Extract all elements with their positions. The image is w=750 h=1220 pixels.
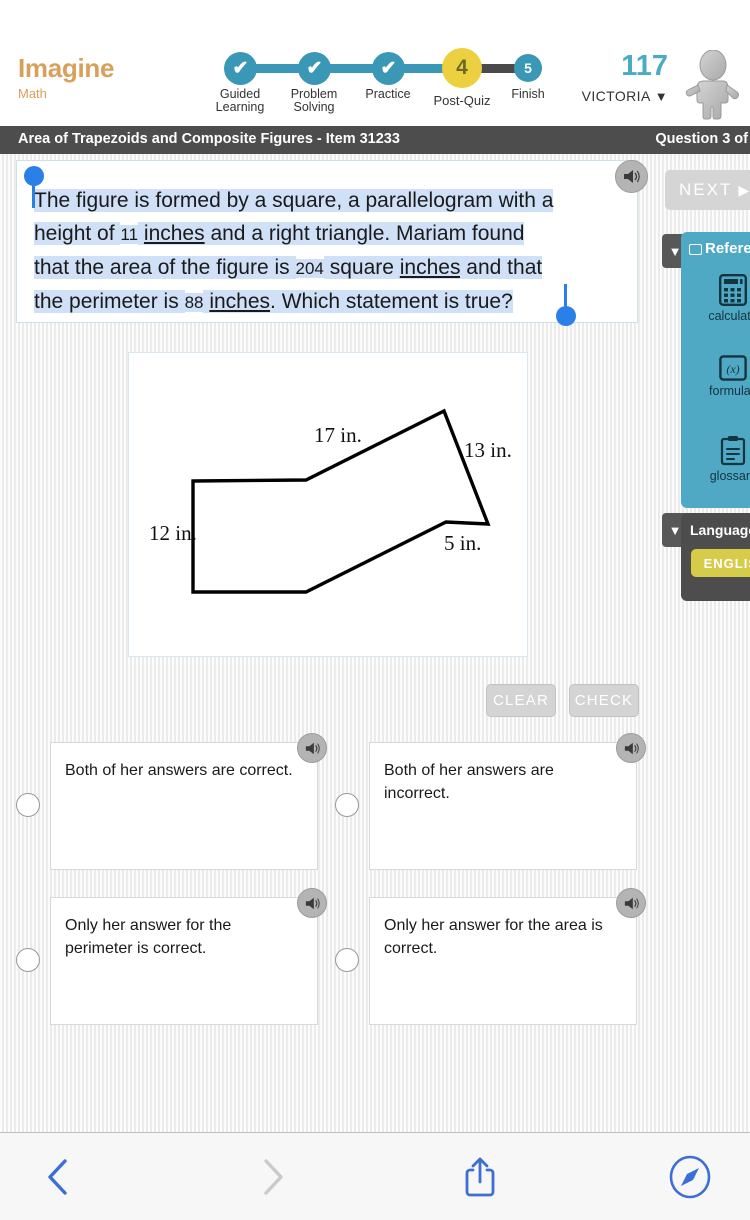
stepper-node-marker: ✔ [380, 58, 397, 79]
radio-option-d[interactable] [335, 948, 359, 972]
formulas-icon: (x) [719, 355, 747, 381]
figure-container: 12 in. 17 in. 13 in. 5 in. [128, 352, 528, 657]
answer-option-b[interactable]: Both of her answers are incorrect. [369, 742, 637, 870]
calculator-icon [719, 274, 747, 306]
stepper-label-line1: Guided [219, 87, 261, 101]
question-value-area: 204 [295, 259, 324, 278]
next-button-label: NEXT [679, 180, 733, 199]
answer-option-a[interactable]: Both of her answers are correct. [50, 742, 318, 870]
question-line-2-b: and a right triangle. Mariam found [204, 222, 525, 245]
play-arrow-icon: ▶ [738, 181, 750, 198]
question-line-4-a: the perimeter is [34, 290, 185, 313]
radio-option-a[interactable] [16, 793, 40, 817]
reference-tool-glossary[interactable]: glossary [695, 435, 750, 483]
reference-tool-formulas[interactable]: (x) formulas [695, 355, 750, 398]
figure-label-bottom-right: 5 in. [444, 531, 481, 555]
lesson-progress-stepper: ✔ ✔ ✔ 4 5 Guided Learning Problem Solvin… [215, 48, 558, 114]
app-header: Imagine Math ✔ ✔ ✔ 4 5 Guided Learning P… [0, 0, 750, 126]
reference-window-icon [689, 243, 702, 255]
glossary-icon [720, 436, 746, 466]
reference-panel-title: Referen [689, 240, 750, 257]
question-line-3-a: that the area of the figure is [34, 256, 296, 279]
clear-button[interactable]: CLEAR [486, 684, 556, 717]
user-menu[interactable]: VICTORIA ▼ [528, 88, 668, 104]
selection-handle-end[interactable] [556, 306, 576, 326]
question-line-4-b: . Which statement is true? [270, 290, 513, 313]
share-icon[interactable] [452, 1151, 508, 1203]
reference-panel-title-text: Referen [705, 240, 750, 257]
speaker-icon-option-d[interactable] [616, 888, 646, 918]
question-line-3-c: and that [460, 256, 543, 279]
reference-tool-label: formulas [709, 384, 750, 398]
language-select-english[interactable]: ENGLISH [691, 549, 750, 577]
forward-icon [245, 1151, 301, 1203]
speaker-icon-question[interactable] [615, 160, 648, 193]
reference-tool-label: calculato [708, 309, 750, 323]
back-icon[interactable] [30, 1151, 86, 1203]
figure-label-left: 12 in. [149, 521, 197, 545]
safari-compass-icon[interactable] [662, 1151, 718, 1203]
username-label: VICTORIA [581, 88, 651, 104]
chevron-down-icon: ▼ [668, 243, 682, 259]
question-value-perimeter: 88 [184, 293, 204, 312]
stepper-node-post-quiz[interactable]: 4 [442, 48, 482, 88]
stepper-node-marker: 4 [456, 56, 468, 79]
brand-name: Imagine [18, 53, 115, 83]
question-unit-link-2[interactable]: inches [399, 256, 461, 279]
stepper-label-line2: Solving [293, 100, 335, 114]
stepper-node-practice[interactable]: ✔ [372, 52, 405, 85]
answer-option-d[interactable]: Only her answer for the area is correct. [369, 897, 637, 1025]
check-button[interactable]: CHECK [569, 684, 639, 717]
radio-option-c[interactable] [16, 948, 40, 972]
stepper-track-complete [236, 64, 458, 73]
lesson-title-bar: Area of Trapezoids and Composite Figures… [0, 126, 750, 154]
answer-option-b-text: Both of her answers are incorrect. [384, 762, 554, 802]
question-panel: The figure is formed by a square, a para… [16, 160, 638, 323]
answer-option-c-text: Only her answer for the perimeter is cor… [65, 917, 232, 957]
points-score: 117 [621, 50, 668, 82]
stepper-label-line2: Learning [215, 100, 265, 114]
reference-tool-label: glossary [709, 469, 750, 483]
answer-option-d-text: Only her answer for the area is correct. [384, 917, 603, 957]
language-panel-title: Language [690, 522, 750, 538]
brand-subject: Math [18, 86, 47, 101]
stepper-node-marker: ✔ [232, 58, 249, 79]
speaker-icon-option-b[interactable] [616, 733, 646, 763]
chevron-down-icon: ▼ [654, 89, 668, 104]
answer-option-a-text: Both of her answers are correct. [65, 762, 293, 779]
brand-logo[interactable]: Imagine Math [18, 55, 114, 100]
stepper-node-marker: ✔ [306, 58, 323, 79]
speaker-icon-option-a[interactable] [297, 733, 327, 763]
question-value-height: 11 [120, 225, 139, 244]
selection-handle-start[interactable] [24, 166, 44, 186]
svg-text:(x): (x) [726, 362, 739, 376]
radio-option-b[interactable] [335, 793, 359, 817]
browser-toolbar [0, 1132, 750, 1220]
chevron-down-icon: ▼ [668, 522, 682, 538]
student-avatar[interactable] [680, 49, 744, 122]
figure-label-right: 13 in. [464, 438, 512, 462]
stepper-node-finish[interactable]: 5 [514, 54, 542, 82]
question-line-1: The figure is formed by a square, a para… [34, 189, 554, 212]
question-unit-link-3[interactable]: inches [209, 290, 271, 313]
stepper-node-guided-learning[interactable]: ✔ [224, 52, 257, 85]
page-background: Imagine Math ✔ ✔ ✔ 4 5 Guided Learning P… [0, 0, 750, 1220]
question-unit-link-1[interactable]: inches [143, 222, 205, 245]
composite-figure-diagram: 12 in. 17 in. 13 in. 5 in. [149, 408, 512, 594]
figure-label-top: 17 in. [314, 423, 362, 447]
reference-tool-calculator[interactable]: calculato [695, 274, 750, 323]
next-button[interactable]: NEXT ▶ [665, 170, 750, 210]
stepper-node-problem-solving[interactable]: ✔ [298, 52, 331, 85]
lesson-title: Area of Trapezoids and Composite Figures… [18, 131, 400, 147]
question-line-3-b: square [323, 256, 400, 279]
answer-option-c[interactable]: Only her answer for the perimeter is cor… [50, 897, 318, 1025]
stepper-label-line1: Problem [290, 87, 338, 101]
stepper-node-marker: 5 [524, 60, 532, 76]
question-text[interactable]: The figure is formed by a square, a para… [34, 184, 604, 319]
question-counter: Question 3 of [655, 131, 748, 147]
speaker-icon-option-c[interactable] [297, 888, 327, 918]
question-line-2-a: height of [34, 222, 121, 245]
language-panel: Language ENGLISH [681, 513, 750, 601]
reference-panel: Referen calculato (x) formulas [681, 232, 750, 508]
